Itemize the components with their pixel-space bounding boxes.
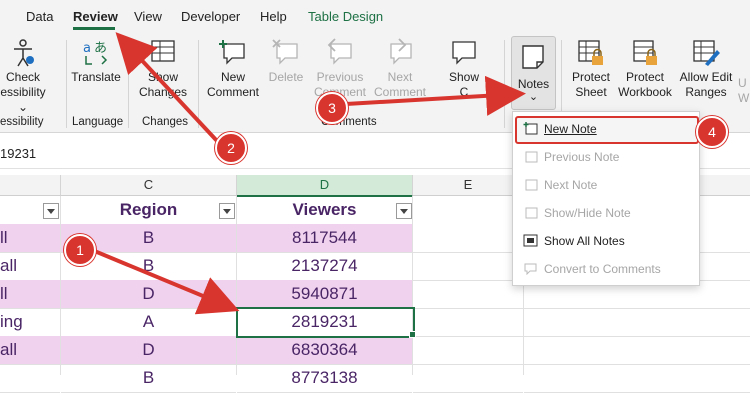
arrow-1 <box>91 248 240 315</box>
arrow-3 <box>345 75 526 116</box>
annotation-arrows <box>91 32 526 315</box>
callout-badge-1: 1 <box>64 234 96 266</box>
callout-badge-3: 3 <box>316 92 348 124</box>
arrow-2 <box>115 32 220 144</box>
callout-badge-2: 2 <box>215 132 247 164</box>
callout-badge-4: 4 <box>696 116 728 148</box>
